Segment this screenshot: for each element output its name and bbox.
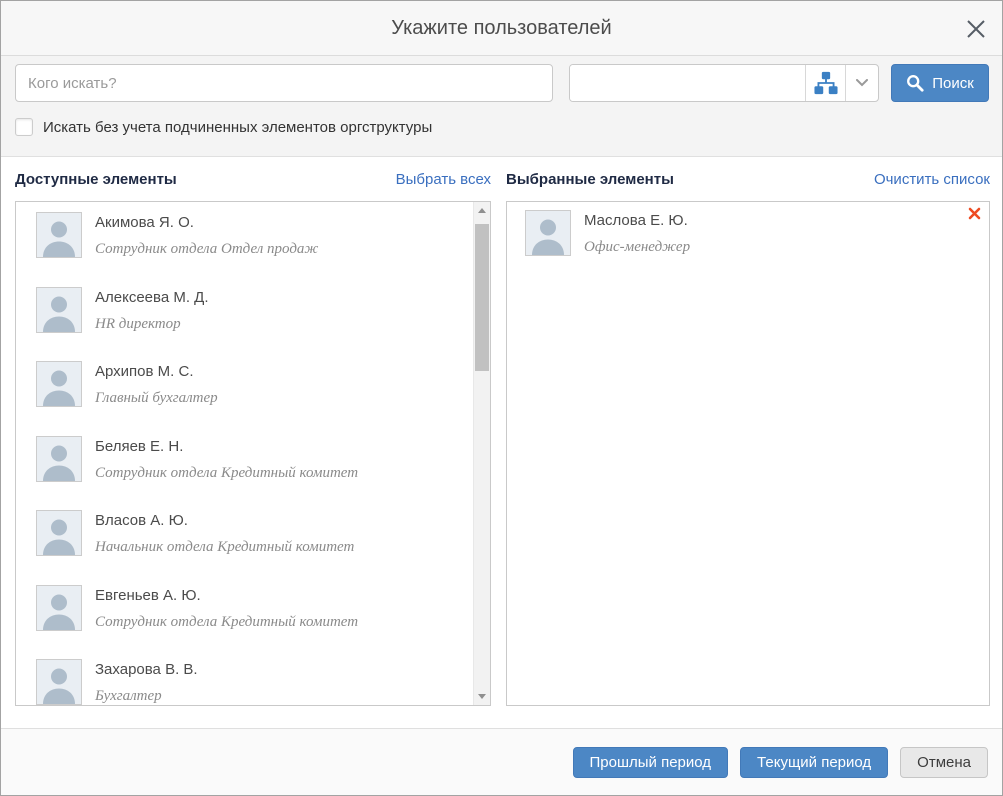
checkbox-label: Искать без учета подчиненных элементов о… — [43, 119, 432, 136]
list-item[interactable]: Алексеева М. Д. HR директор — [36, 287, 473, 362]
previous-period-button[interactable]: Прошлый период — [573, 747, 729, 778]
checkbox-row: Искать без учета подчиненных элементов о… — [15, 118, 432, 136]
selected-panel-header: Выбранные элементы Очистить список — [506, 171, 990, 188]
user-name: Власов А. Ю. — [95, 512, 354, 529]
avatar — [36, 361, 82, 407]
list-item[interactable]: Евгеньев А. Ю. Сотрудник отдела Кредитны… — [36, 585, 473, 660]
select-all-link[interactable]: Выбрать всех — [396, 171, 491, 188]
cancel-button[interactable]: Отмена — [900, 747, 988, 778]
list-item[interactable]: Архипов М. С. Главный бухгалтер — [36, 361, 473, 436]
user-role: Бухгалтер — [95, 688, 198, 705]
selected-title: Выбранные элементы — [506, 171, 674, 188]
chevron-down-icon[interactable] — [845, 65, 878, 101]
avatar — [36, 659, 82, 705]
list-item[interactable]: Захарова В. В. Бухгалтер — [36, 659, 473, 705]
dialog-titlebar: Укажите пользователей — [1, 1, 1002, 56]
avatar — [36, 436, 82, 482]
dialog-footer: Прошлый период Текущий период Отмена — [1, 728, 1002, 795]
user-role: Главный бухгалтер — [95, 390, 218, 407]
scrollbar-thumb[interactable] — [475, 224, 489, 371]
user-name: Алексеева М. Д. — [95, 289, 208, 306]
scrollbar[interactable] — [473, 202, 490, 705]
dialog-body: Доступные элементы Выбрать всех Выбранны… — [1, 157, 1002, 730]
current-period-button[interactable]: Текущий период — [740, 747, 888, 778]
list-item[interactable]: Маслова Е. Ю. Офис-менеджер — [525, 210, 989, 285]
selected-list: Маслова Е. Ю. Офис-менеджер — [507, 202, 989, 705]
avatar — [36, 212, 82, 258]
list-item[interactable]: Власов А. Ю. Начальник отдела Кредитный … — [36, 510, 473, 585]
remove-item-icon[interactable] — [968, 207, 982, 221]
search-button-label: Поиск — [932, 75, 974, 92]
clear-list-link[interactable]: Очистить список — [874, 171, 990, 188]
selected-list-panel: Маслова Е. Ю. Офис-менеджер — [506, 201, 990, 706]
avatar — [525, 210, 571, 256]
user-role: Сотрудник отдела Кредитный комитет — [95, 465, 358, 482]
available-list: Акимова Я. О. Сотрудник отдела Отдел про… — [16, 202, 473, 705]
user-role: Сотрудник отдела Кредитный комитет — [95, 614, 358, 631]
exclude-subordinates-checkbox[interactable] — [15, 118, 33, 136]
user-role: HR директор — [95, 316, 208, 333]
avatar — [36, 585, 82, 631]
magnifier-icon — [906, 74, 924, 92]
list-item[interactable]: Беляев Е. Н. Сотрудник отдела Кредитный … — [36, 436, 473, 511]
org-chart-icon[interactable] — [805, 65, 845, 101]
scroll-down-icon[interactable] — [474, 688, 490, 705]
org-structure-input[interactable] — [570, 65, 805, 101]
available-list-panel: Акимова Я. О. Сотрудник отдела Отдел про… — [15, 201, 491, 706]
org-structure-field — [569, 64, 879, 102]
avatar — [36, 287, 82, 333]
close-icon[interactable] — [964, 17, 988, 41]
search-toolbar: Поиск Искать без учета подчиненных элеме… — [1, 56, 1002, 157]
list-item[interactable]: Акимова Я. О. Сотрудник отдела Отдел про… — [36, 212, 473, 287]
user-name: Захарова В. В. — [95, 661, 198, 678]
avatar — [36, 510, 82, 556]
available-panel-header: Доступные элементы Выбрать всех — [15, 171, 491, 188]
user-name: Архипов М. С. — [95, 363, 218, 380]
scroll-up-icon[interactable] — [474, 202, 490, 219]
user-role: Офис-менеджер — [584, 239, 690, 256]
user-name: Акимова Я. О. — [95, 214, 318, 231]
specify-users-dialog: Укажите пользователей — [0, 0, 1003, 796]
user-name: Маслова Е. Ю. — [584, 212, 690, 229]
user-name: Беляев Е. Н. — [95, 438, 358, 455]
search-button[interactable]: Поиск — [891, 64, 989, 102]
available-title: Доступные элементы — [15, 171, 177, 188]
user-role: Начальник отдела Кредитный комитет — [95, 539, 354, 556]
dialog-title: Укажите пользователей — [1, 1, 1002, 55]
user-name: Евгеньев А. Ю. — [95, 587, 358, 604]
user-role: Сотрудник отдела Отдел продаж — [95, 241, 318, 258]
search-input[interactable] — [15, 64, 553, 102]
